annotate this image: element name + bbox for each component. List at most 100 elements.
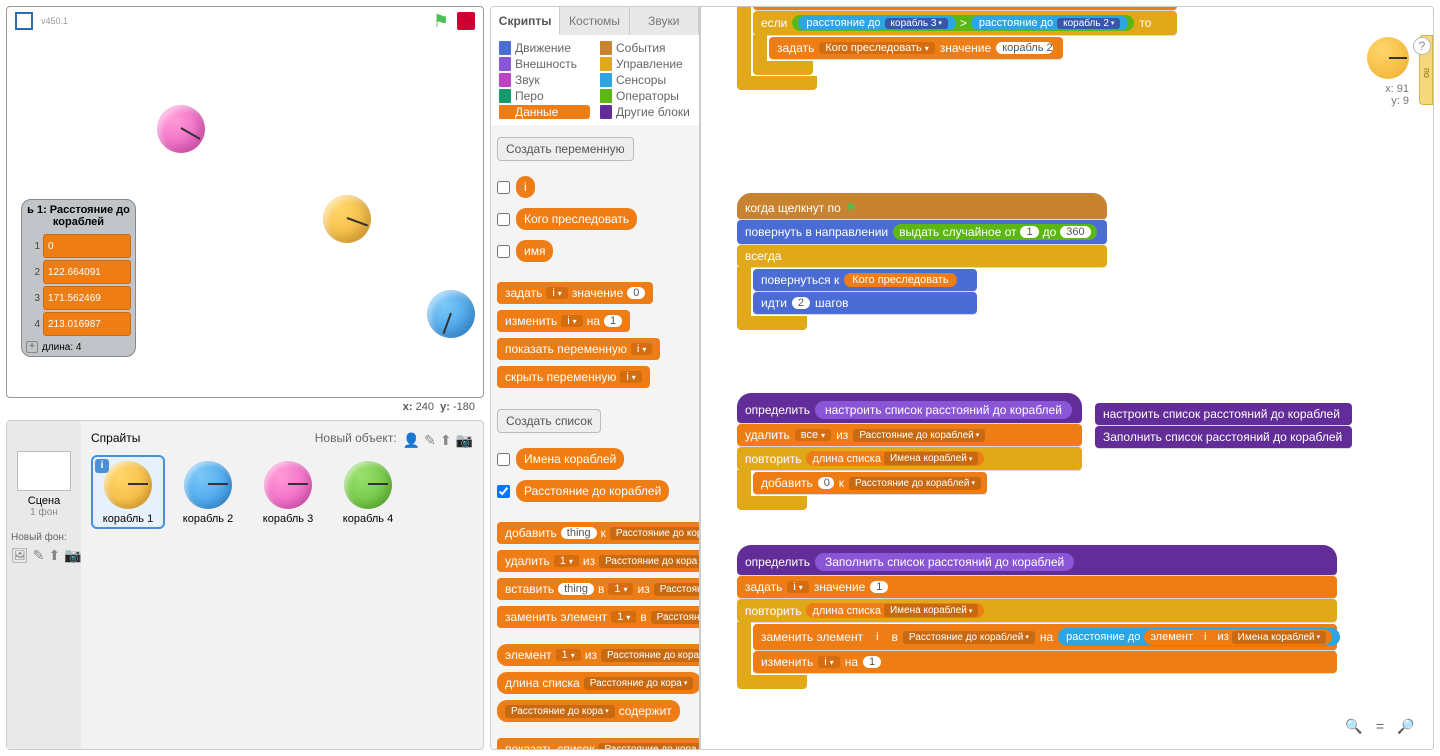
block-show-var[interactable]: показать переменнуюi [497,338,660,360]
zoom-reset-icon[interactable]: = [1370,716,1390,736]
choose-backdrop-icon[interactable]: 🖼 [11,547,29,564]
var-i[interactable]: i [516,176,535,198]
block-repeat-1[interactable]: повторитьдлина спискаИмена кораблей [737,447,1082,470]
block-change-i[interactable]: изменитьiна1 [753,651,1337,673]
block-insert[interactable]: вставитьthingв1изРасстояние до кора [497,578,699,600]
upload-backdrop-icon[interactable]: ⬆ [49,547,61,564]
sprite-tile-4[interactable]: корабль 4 [331,455,405,529]
stop-icon[interactable] [457,12,475,30]
upload-sprite-icon[interactable]: ⬆ [440,432,452,449]
stage-canvas[interactable]: ь 1: Расстояние до кораблей 10 2122.6640… [7,35,483,379]
block-add[interactable]: добавитьthingкРасстояние до кора [497,522,699,544]
help-icon[interactable]: ? [1413,37,1431,55]
cat-sensing[interactable]: Сенсоры [600,73,691,87]
block-contains[interactable]: Расстояние до корасодержит [497,700,680,722]
sprite-tile-label: корабль 3 [255,513,321,525]
block-point-dir[interactable]: повернуть в направлениивыдать случайное … [737,220,1107,244]
cat-motion[interactable]: Движение [499,41,590,55]
sprite-thumb-icon [264,461,312,509]
var-name-checkbox[interactable] [497,245,510,258]
block-delete-all[interactable]: удалитьвсеизРасстояние до кораблей [737,424,1082,446]
scene-thumbnail[interactable] [17,451,71,491]
cat-pen[interactable]: Перо [499,89,590,103]
make-list-button[interactable]: Создать список [497,409,601,433]
sprite-info-icon[interactable]: i [95,459,109,473]
scene-label: Сцена [7,495,81,507]
block-set-who-ship3[interactable]: задатьКого преследоватьзначениекорабль 3 [753,6,1177,10]
tab-costumes[interactable]: Костюмы [560,7,629,35]
block-define-fill[interactable]: определитьЗаполнить список расстояний до… [737,545,1337,575]
paint-sprite-icon[interactable]: ✎ [424,432,436,449]
sprites-header: Спрайты [91,431,140,445]
block-add-zero[interactable]: добавить0кРасстояние до кораблей [753,472,987,494]
sprite-ship2[interactable] [427,290,475,338]
block-change-var[interactable]: изменитьiна1 [497,310,630,332]
sprite-preview: x: 91 y: 9 [1367,37,1409,107]
cat-operators[interactable]: Операторы [600,89,691,103]
script-canvas[interactable]: по ? задатьКого преследоватьзначениекора… [700,6,1434,750]
block-when-flag[interactable]: когда щелкнут по⚑ [737,193,1107,219]
tabs: Скрипты Костюмы Звуки [491,7,699,35]
camera-sprite-icon[interactable]: 📷 [456,432,473,449]
choose-sprite-icon[interactable]: 👤 [403,432,420,449]
sprite-tile-2[interactable]: корабль 2 [171,455,245,529]
list-monitor[interactable]: ь 1: Расстояние до кораблей 10 2122.6640… [21,199,136,357]
block-length[interactable]: длина спискаРасстояние до кора [497,672,699,694]
block-define-setup[interactable]: определитьнастроить список расстояний до… [737,393,1082,423]
list-dist-checkbox[interactable] [497,485,510,498]
cat-sound[interactable]: Звук [499,73,590,87]
var-who-checkbox[interactable] [497,213,510,226]
block-forever[interactable]: всегда [737,245,1107,267]
block-replace-item[interactable]: заменить элементiвРасстояние до кораблей… [753,624,1337,650]
tab-sounds[interactable]: Звуки [630,7,699,35]
sprite-ship1[interactable] [323,195,371,243]
paint-backdrop-icon[interactable]: ✎ [33,547,45,564]
scene-backdrop-count: 1 фон [7,507,81,518]
fullscreen-icon[interactable] [15,12,33,30]
var-who[interactable]: Кого преследовать [516,208,637,230]
green-flag-icon[interactable]: ⚑ [433,11,449,32]
zoom-out-icon[interactable]: 🔍 [1344,716,1364,736]
var-i-checkbox[interactable] [497,181,510,194]
new-backdrop-label: Новый фон: [11,532,77,543]
block-hide-var[interactable]: скрыть переменнуюi [497,366,650,388]
zoom-in-icon[interactable]: 🔎 [1396,716,1416,736]
cat-looks[interactable]: Внешность [499,57,590,71]
cat-more[interactable]: Другие блоки [600,105,691,119]
block-point-towards[interactable]: повернуться кКого преследовать [753,269,977,291]
block-move-steps[interactable]: идти2шагов [753,292,977,314]
block-set-var[interactable]: задатьiзначение0 [497,282,653,304]
list-row: 2122.664091 [26,260,131,284]
version-label: v450.1 [41,16,68,26]
block-call-setup[interactable]: настроить список расстояний до кораблей [1095,403,1352,425]
list-add-icon[interactable]: + [26,341,38,353]
zoom-controls: 🔍 = 🔎 [1341,713,1419,739]
block-call-fill[interactable]: Заполнить список расстояний до кораблей [1095,426,1352,448]
list-dist[interactable]: Расстояние до кораблей [516,480,669,502]
sprite-ship3[interactable] [157,105,205,153]
scene-column: Сцена 1 фон Новый фон: 🖼 ✎ ⬆ 📷 [7,421,81,749]
cat-events[interactable]: События [600,41,691,55]
block-delete[interactable]: удалить1изРасстояние до кора [497,550,699,572]
block-if[interactable]: если расстояние докорабль 3>расстояние д… [753,11,1177,35]
sprite-tile-label: корабль 1 [95,513,161,525]
list-names[interactable]: Имена кораблей [516,448,624,470]
cat-data[interactable]: Данные [499,105,590,119]
sprite-tile-3[interactable]: корабль 3 [251,455,325,529]
cat-control[interactable]: Управление [600,57,691,71]
block-repeat-2[interactable]: повторитьдлина спискаИмена кораблей [737,599,1337,622]
block-set-i[interactable]: задатьiзначение1 [737,576,1337,598]
block-item[interactable]: элемент1изРасстояние до кора [497,644,699,666]
sprite-tile-label: корабль 2 [175,513,241,525]
var-name[interactable]: имя [516,240,553,262]
camera-backdrop-icon[interactable]: 📷 [64,547,81,564]
list-length: длина: 4 [42,342,81,353]
list-names-checkbox[interactable] [497,453,510,466]
make-variable-button[interactable]: Создать переменную [497,137,634,161]
block-set-who-ship2[interactable]: задатьКого преследоватьзначениекорабль 2 [769,37,1063,59]
sprite-tile-1[interactable]: i корабль 1 [91,455,165,529]
sprite-thumb-icon [184,461,232,509]
block-replace[interactable]: заменить элемент1вРасстояние до кора [497,606,699,628]
block-show-list[interactable]: показать списокРасстояние до кора [497,738,699,749]
tab-scripts[interactable]: Скрипты [491,7,560,35]
